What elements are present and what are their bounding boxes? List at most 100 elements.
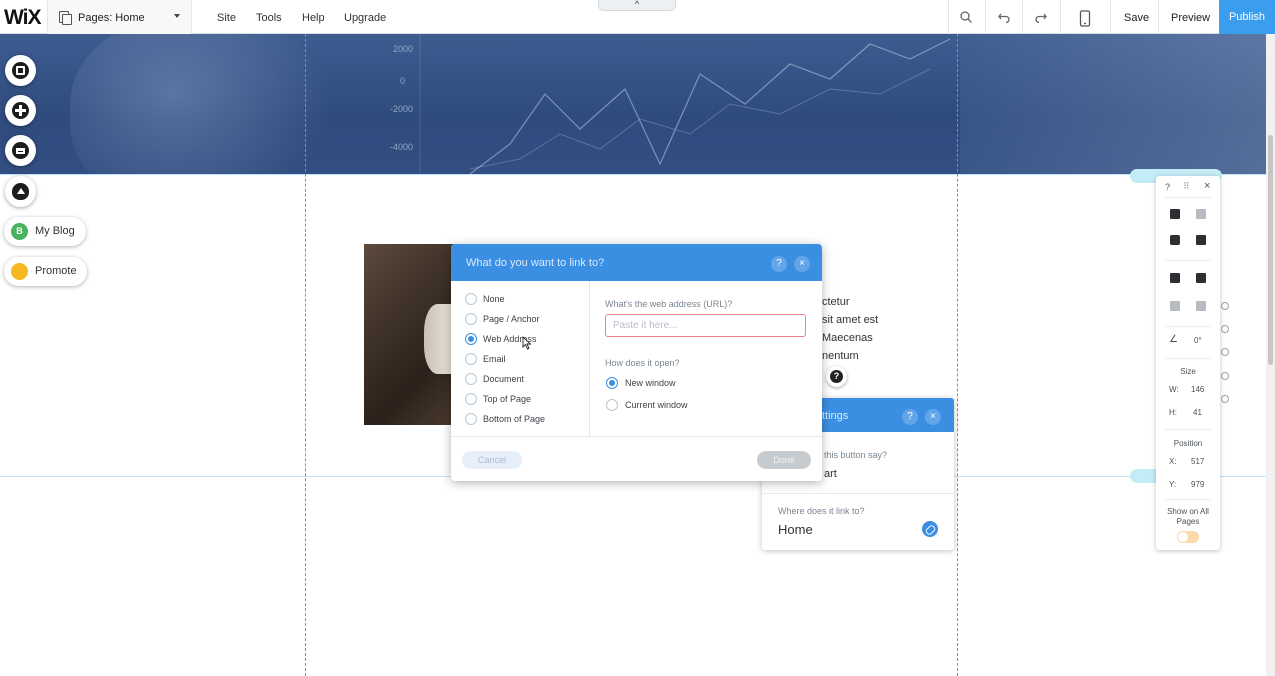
link-dialog: What do you want to link to? ? × None Pa… <box>451 244 822 481</box>
help-icon[interactable]: ? <box>1165 182 1170 192</box>
coffee-photo[interactable] <box>364 244 454 425</box>
gridline-right <box>957 34 958 676</box>
option-page-anchor-label[interactable]: Page / Anchor <box>483 314 540 324</box>
resize-handle[interactable] <box>1221 372 1229 380</box>
top-bar: WiX Pages: Home Site Tools Help Upgrade … <box>0 0 1275 34</box>
divider <box>1164 358 1212 359</box>
arrange-icon[interactable] <box>1170 273 1180 283</box>
distribute-icon[interactable] <box>1170 301 1180 311</box>
done-button[interactable]: Done <box>757 451 811 469</box>
help-icon[interactable]: ? <box>771 256 787 272</box>
settings-title: ttings <box>822 410 849 422</box>
mobile-icon[interactable] <box>1077 10 1093 27</box>
resize-handle[interactable] <box>1221 395 1229 403</box>
divider <box>451 436 822 437</box>
hero-image: 2000 0 -2000 -4000 <box>0 34 1266 174</box>
duplicate-icon[interactable] <box>1170 235 1180 245</box>
option-document-label[interactable]: Document <box>483 374 524 384</box>
background-button[interactable] <box>5 55 36 86</box>
radio-web-address[interactable] <box>465 333 477 345</box>
menu-help[interactable]: Help <box>302 12 325 24</box>
save-button[interactable]: Save <box>1124 12 1149 24</box>
radio-page-anchor[interactable] <box>465 313 477 325</box>
option-none-label[interactable]: None <box>483 294 505 304</box>
radio-top-of-page[interactable] <box>465 393 477 405</box>
resize-handle[interactable] <box>1221 325 1229 333</box>
undo-icon[interactable] <box>996 10 1012 26</box>
hero-axis-label: 0 <box>400 76 406 86</box>
radio-current-window[interactable] <box>606 399 618 411</box>
current-window-label[interactable]: Current window <box>625 400 688 410</box>
x-value[interactable]: 517 <box>1191 457 1204 466</box>
radio-email[interactable] <box>465 353 477 365</box>
menu-tools[interactable]: Tools <box>256 12 282 24</box>
rotation-value[interactable]: 0° <box>1194 336 1202 345</box>
radio-new-window[interactable] <box>606 377 618 389</box>
mouse-cursor-icon <box>522 336 532 350</box>
close-icon[interactable]: × <box>794 256 810 272</box>
wix-logo[interactable]: WiX <box>4 6 41 30</box>
show-on-all-pages-label: Show on All Pages <box>1167 507 1209 526</box>
width-label: W: <box>1169 385 1179 394</box>
radio-none[interactable] <box>465 293 477 305</box>
preview-button[interactable]: Preview <box>1171 12 1210 24</box>
menu-site[interactable]: Site <box>217 12 236 24</box>
help-icon[interactable]: ? <box>902 409 918 425</box>
redo-icon[interactable] <box>1033 10 1049 26</box>
option-bottom-of-page-label[interactable]: Bottom of Page <box>483 414 545 424</box>
chevron-down-icon <box>174 14 180 18</box>
link-icon[interactable] <box>922 521 938 537</box>
radio-document[interactable] <box>465 373 477 385</box>
collapse-top-tab[interactable]: ^ <box>598 0 676 11</box>
button-text-value[interactable]: art <box>824 468 837 480</box>
radio-bottom-of-page[interactable] <box>465 413 477 425</box>
divider <box>985 0 986 34</box>
show-on-all-pages-toggle[interactable] <box>1177 531 1199 543</box>
close-icon[interactable]: × <box>1204 180 1210 192</box>
align-icon[interactable] <box>1196 273 1206 283</box>
y-value[interactable]: 979 <box>1191 480 1204 489</box>
trash-icon[interactable] <box>1196 235 1206 245</box>
divider <box>1164 326 1212 327</box>
help-icon[interactable] <box>826 366 847 387</box>
divider <box>589 281 590 436</box>
cancel-button[interactable]: Cancel <box>462 451 522 469</box>
url-input[interactable] <box>605 314 806 337</box>
height-value[interactable]: 41 <box>1193 408 1202 417</box>
width-value[interactable]: 146 <box>1191 385 1204 394</box>
option-email-label[interactable]: Email <box>483 354 506 364</box>
scrollbar-thumb[interactable] <box>1268 135 1273 365</box>
menu-upgrade[interactable]: Upgrade <box>344 12 386 24</box>
pages-dropdown[interactable]: Pages: Home <box>48 0 192 34</box>
link-value: Home <box>778 522 813 537</box>
divider <box>1164 429 1212 430</box>
my-blog-button[interactable]: B My Blog <box>4 217 86 246</box>
open-mode-label: How does it open? <box>605 358 680 368</box>
upload-cloud-icon <box>12 183 29 200</box>
paste-icon[interactable] <box>1196 209 1206 219</box>
copy-icon[interactable] <box>1170 209 1180 219</box>
promote-button[interactable]: Promote <box>4 257 87 286</box>
close-icon[interactable]: × <box>925 409 941 425</box>
link-dialog-title: What do you want to link to? <box>466 257 605 269</box>
resize-handle[interactable] <box>1221 302 1229 310</box>
option-top-of-page-label[interactable]: Top of Page <box>483 394 531 404</box>
resize-handle[interactable] <box>1221 348 1229 356</box>
drag-handle-icon[interactable]: ⠿ <box>1183 181 1190 192</box>
publish-button[interactable]: Publish <box>1219 0 1275 34</box>
hero-axis-label: -2000 <box>390 104 414 114</box>
box-icon <box>12 142 29 159</box>
rotate-icon[interactable]: ∠ <box>1169 334 1178 345</box>
divider <box>1164 499 1212 500</box>
element-properties-panel: ? ⠿ × ∠ 0° Size W: 146 H: 41 Position X:… <box>1156 176 1220 550</box>
match-size-icon[interactable] <box>1196 301 1206 311</box>
divider <box>1164 197 1212 198</box>
cup-shape <box>424 304 454 374</box>
add-button[interactable] <box>5 95 36 126</box>
upload-button[interactable] <box>5 176 36 207</box>
new-window-label[interactable]: New window <box>625 378 676 388</box>
x-label: X: <box>1169 457 1177 466</box>
zoom-icon[interactable] <box>958 10 974 26</box>
divider <box>1022 0 1023 34</box>
app-market-button[interactable] <box>5 135 36 166</box>
